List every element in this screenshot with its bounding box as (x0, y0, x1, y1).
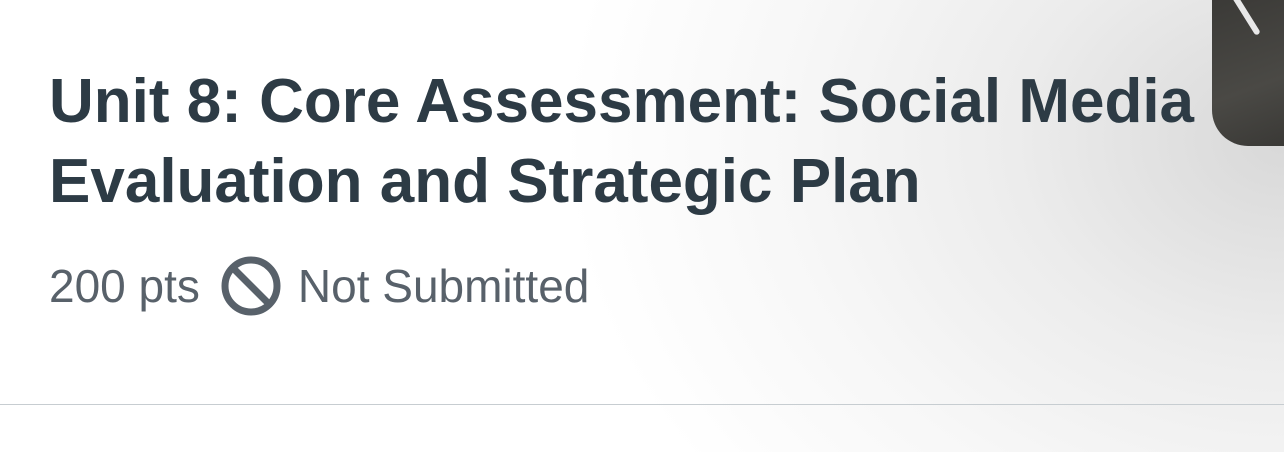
assignment-title: Unit 8: Core Assessment: Social Media Ev… (49, 67, 1195, 216)
header-divider (0, 404, 1284, 405)
submission-status: Not Submitted (297, 260, 590, 312)
device-glint (1229, 0, 1261, 36)
points-value: 200 pts (49, 260, 200, 312)
not-submitted-icon (220, 255, 282, 317)
assignment-meta: 200 pts Not Submitted (49, 254, 589, 318)
assignment-header: Unit 8: Core Assessment: Social Media Ev… (0, 0, 1284, 404)
device-corner (1212, 0, 1284, 146)
